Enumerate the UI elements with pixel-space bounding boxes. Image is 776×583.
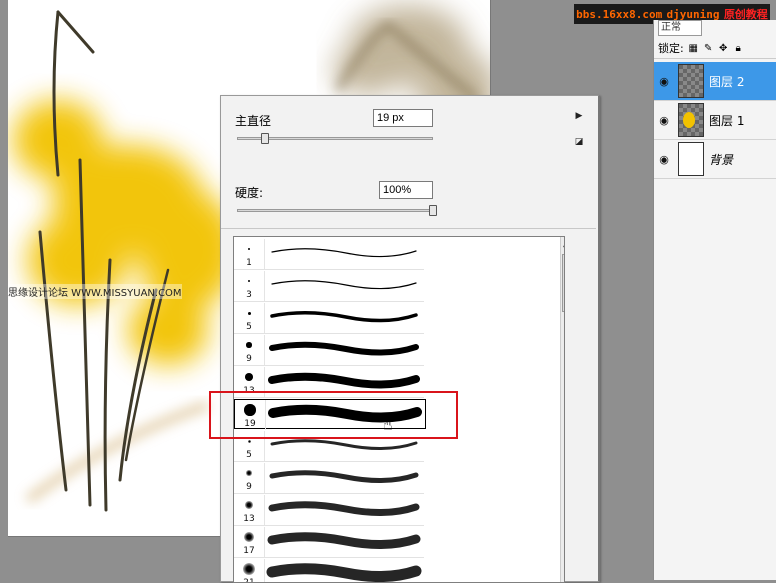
brush-size-label: 5 — [246, 450, 252, 460]
flyout-arrow-icon[interactable]: ▶ — [573, 110, 585, 122]
layer-name: 图层 1 — [709, 113, 745, 128]
brush-preset-picker: 主直径 ▶ ◪ 硬度: 135913191959131721 ▲ — [220, 95, 600, 583]
brush-stroke-preview — [270, 310, 418, 323]
highlight-annotation — [209, 391, 458, 439]
brush-tip-preview: 5 — [234, 303, 265, 333]
hand-cursor-icon: ☝ — [383, 415, 393, 434]
brush-tip-dot — [245, 373, 253, 381]
scrollbar[interactable]: ▲ — [560, 237, 564, 582]
brush-preset-item[interactable]: 17 — [234, 527, 424, 558]
brush-stroke-preview — [269, 341, 419, 356]
brush-stroke-path — [266, 563, 422, 582]
brush-tip-dot — [243, 531, 255, 543]
author-name: djyuning — [666, 7, 720, 21]
master-diameter-label: 主直径 — [235, 114, 272, 128]
brush-size-label: 17 — [243, 546, 255, 556]
scrollbar-thumb[interactable] — [562, 254, 564, 312]
eye-icon[interactable]: ◉ — [654, 75, 674, 88]
brush-stroke-path — [267, 532, 421, 550]
layer-row-layer1[interactable]: ◉ 图层 1 — [654, 101, 776, 140]
brush-stroke-preview — [271, 248, 417, 258]
lock-position-icon[interactable]: ✥ — [718, 43, 729, 54]
brush-size-label: 9 — [246, 354, 252, 364]
lock-transparent-icon[interactable]: ▦ — [688, 43, 699, 54]
hardness-label: 硬度: — [235, 186, 264, 200]
brush-stroke-path — [269, 341, 419, 356]
layer-name: 图层 2 — [709, 74, 745, 89]
brush-stroke-path — [271, 280, 417, 290]
brush-tip-preview: 3 — [234, 271, 265, 301]
brush-stroke-preview — [266, 563, 422, 582]
brush-stroke-path — [268, 501, 420, 517]
brush-size-label: 21 — [243, 578, 255, 583]
brush-tip-preview: 17 — [234, 527, 265, 557]
brush-preset-item[interactable]: 3 — [234, 271, 424, 302]
brush-stroke-path — [270, 439, 418, 451]
brush-tip-dot — [248, 248, 250, 250]
new-preset-icon[interactable]: ◪ — [573, 136, 585, 148]
brush-stroke-path — [269, 470, 419, 484]
brush-size-label: 3 — [246, 290, 252, 300]
eye-icon[interactable]: ◉ — [654, 153, 674, 166]
brush-tip-dot — [242, 562, 256, 576]
brush-size-label: 13 — [243, 514, 255, 524]
brush-tip-preview: 1 — [234, 239, 265, 269]
brush-preset-item[interactable]: 21 — [234, 559, 424, 583]
brush-stroke-preview — [268, 501, 420, 517]
lock-all-icon[interactable]: 🔒︎ — [733, 43, 744, 54]
brush-tip-preview: 21 — [234, 559, 265, 583]
layer-row-background[interactable]: ◉ 背景 — [654, 140, 776, 179]
brush-tip-dot — [246, 342, 252, 348]
brush-stroke-path — [271, 248, 417, 258]
brush-tip-preview: 13 — [234, 495, 265, 525]
hardness-field[interactable] — [379, 181, 433, 199]
lock-row: 锁定: ▦ ✎ ✥ 🔒︎ — [654, 38, 776, 59]
forum-watermark: 思缘设计论坛 WWW.MISSYUAN.COM — [8, 284, 182, 299]
brush-preset-item[interactable]: 5 — [234, 303, 424, 334]
layers-panel: 正常 锁定: ▦ ✎ ✥ 🔒︎ ◉ 图层 2 ◉ 图层 1 ◉ 背景 — [653, 20, 776, 580]
brush-tip-dot — [248, 280, 250, 282]
brush-preset-item[interactable]: 9 — [234, 335, 424, 366]
layer-thumbnail — [678, 64, 704, 98]
brush-preset-item[interactable]: 1 — [234, 239, 424, 270]
lock-label: 锁定: — [658, 42, 684, 55]
brush-tip-dot — [247, 439, 251, 443]
scroll-up-arrow-icon[interactable]: ▲ — [563, 239, 564, 249]
hardness-slider-thumb[interactable] — [429, 205, 437, 216]
brush-tip-dot — [245, 501, 253, 509]
lock-image-icon[interactable]: ✎ — [703, 43, 714, 54]
master-diameter-field[interactable] — [373, 109, 433, 127]
brush-tip-dot — [246, 470, 252, 476]
divider — [221, 228, 596, 229]
diameter-slider-thumb[interactable] — [260, 133, 269, 144]
brush-tip-dot — [247, 311, 251, 315]
brush-tip-preview: 9 — [234, 463, 265, 493]
layer-thumbnail — [678, 103, 704, 137]
brush-stroke-path — [270, 310, 418, 323]
layer-row-layer2[interactable]: ◉ 图层 2 — [654, 62, 776, 101]
eye-icon[interactable]: ◉ — [654, 114, 674, 127]
brush-stroke-path — [268, 372, 420, 389]
brush-stroke-preview — [269, 470, 419, 484]
layer-thumbnail — [678, 142, 704, 176]
blend-mode-select[interactable]: 正常 — [658, 20, 702, 36]
brush-preset-item[interactable]: 13 — [234, 495, 424, 526]
brush-size-label: 9 — [246, 482, 252, 492]
layer-name: 背景 — [709, 152, 734, 167]
brush-tip-preview: 9 — [234, 335, 265, 365]
brush-size-label: 5 — [246, 322, 252, 332]
site-url: bbs.16xx8.com — [576, 7, 663, 21]
brush-stroke-preview — [271, 280, 417, 290]
hardness-slider-track[interactable] — [237, 209, 437, 212]
brush-stroke-preview — [267, 532, 421, 550]
brush-size-label: 1 — [246, 258, 252, 268]
brush-preset-item[interactable]: 9 — [234, 463, 424, 494]
